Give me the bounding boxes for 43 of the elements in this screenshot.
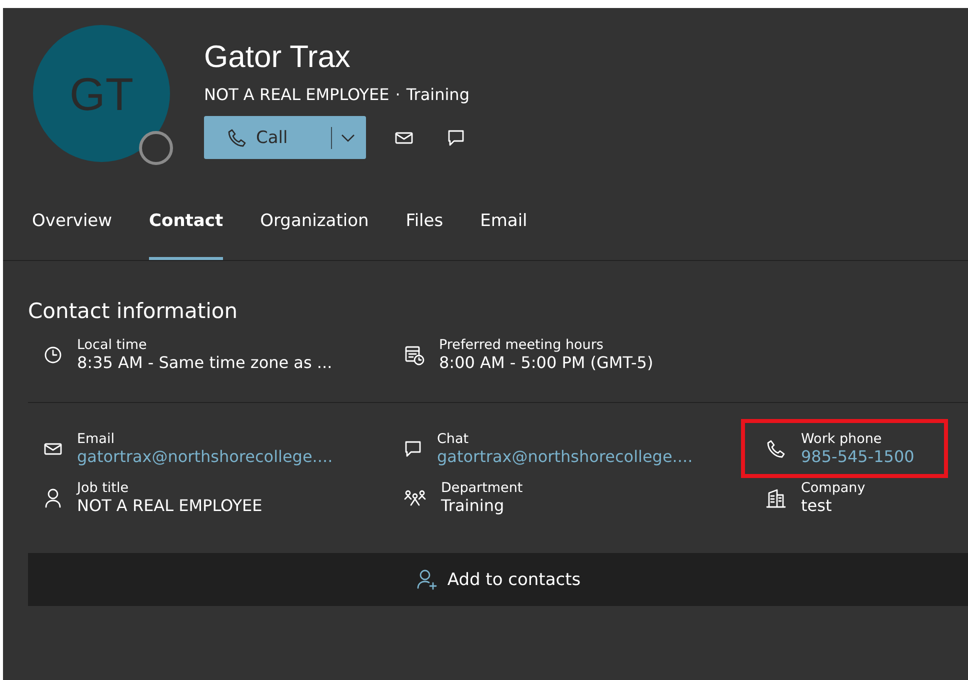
field-link[interactable]: 985-545-1500 [801,447,914,466]
tab[interactable]: Contact [149,193,224,260]
field-value: 8:35 AM - Same time zone as ... [77,353,332,372]
mail-icon [43,440,63,456]
tab[interactable]: Files [406,193,444,260]
field-label: Local time [77,337,148,353]
tab[interactable]: Organization [260,193,369,260]
field-label: Email [77,431,116,447]
people-icon [403,488,427,508]
field-value: test [801,496,833,515]
tab[interactable]: Email [480,193,528,260]
calendar-clock-icon [403,344,425,366]
contact-name: Gator Trax [204,39,352,76]
caret-icon [340,132,356,142]
mail-icon [394,130,414,146]
add-to-contacts-button[interactable]: Add to contacts [28,553,968,606]
tab[interactable]: Overview [32,193,112,260]
person-icon [43,486,63,508]
field-label: Department [441,480,523,496]
field-value: NOT A REAL EMPLOYEE [77,496,262,515]
separator-dot: · [395,85,400,104]
field-link[interactable]: gatortrax@northshorecollege.... [77,447,333,466]
call-button[interactable]: Call [222,122,292,152]
field-label: Job title [77,480,130,496]
phone-icon [226,126,248,148]
chat-icon [403,438,423,458]
dropdown-caret[interactable] [331,126,356,148]
department: Training [406,85,470,104]
field-value: Training [441,496,506,515]
field-label: Preferred meeting hours [439,337,604,353]
clock-icon [43,344,63,364]
add-person-icon [415,568,440,592]
field-label: Chat [437,431,470,447]
building-icon [765,486,787,508]
job-title: NOT A REAL EMPLOYEE [204,85,390,104]
field-label: Company [801,480,866,496]
avatar: GT [33,25,170,162]
field-label: Work phone [801,431,883,447]
section-title: Contact information [27,298,239,325]
phone-icon [765,438,787,460]
chat-icon [446,128,466,148]
field-link[interactable]: gatortrax@northshorecollege.... [437,447,693,466]
field-value: 8:00 AM - 5:00 PM (GMT-5) [439,353,654,372]
